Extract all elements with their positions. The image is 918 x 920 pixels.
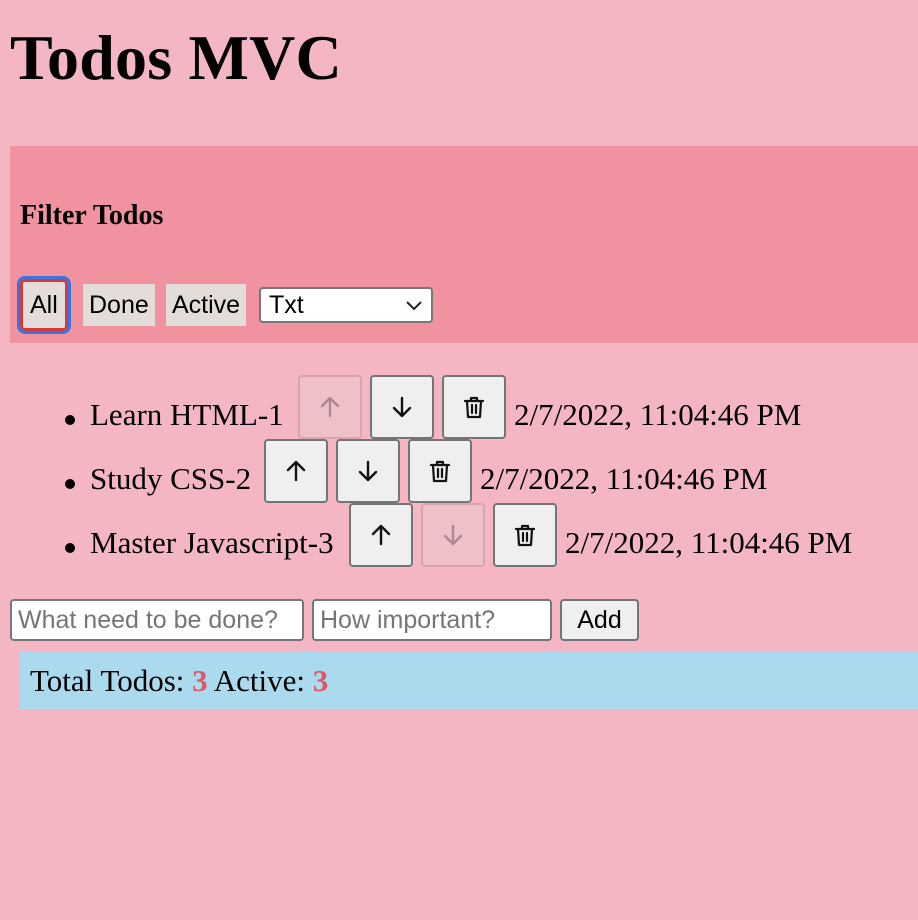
filter-title: Filter Todos xyxy=(20,200,164,231)
move-up-button[interactable] xyxy=(349,503,413,567)
move-down-button[interactable] xyxy=(421,503,485,567)
filter-panel: Filter Todos All Done Active Txt xyxy=(10,146,918,343)
arrow-up-icon xyxy=(320,396,340,418)
active-todos-count: 3 xyxy=(312,662,329,698)
move-up-button[interactable] xyxy=(298,375,362,439)
arrow-down-icon xyxy=(358,460,378,482)
todo-text-input[interactable] xyxy=(10,599,304,641)
move-up-button[interactable] xyxy=(264,439,328,503)
arrow-down-icon xyxy=(392,396,412,418)
delete-button[interactable] xyxy=(493,503,557,567)
filter-all-button[interactable]: All xyxy=(17,276,71,334)
todo-text: Master Javascript-3 xyxy=(90,525,334,560)
todo-text: Study CSS-2 xyxy=(90,461,252,496)
bullet xyxy=(65,543,75,553)
trash-icon xyxy=(514,524,536,547)
move-down-button[interactable] xyxy=(336,439,400,503)
total-todos-label: Total Todos: xyxy=(30,662,193,698)
arrow-up-icon xyxy=(371,524,391,546)
trash-icon xyxy=(429,460,451,483)
active-todos-label: Active: xyxy=(207,662,313,698)
filter-done-button[interactable]: Done xyxy=(83,284,155,326)
delete-button[interactable] xyxy=(442,375,506,439)
todo-text: Learn HTML-1 xyxy=(90,397,284,432)
page-title: Todos MVC xyxy=(10,22,342,93)
bullet xyxy=(65,479,75,489)
arrow-up-icon xyxy=(286,460,306,482)
sort-select[interactable]: Txt xyxy=(259,287,433,323)
todo-date: 2/7/2022, 11:04:46 PM xyxy=(514,397,802,432)
importance-input[interactable] xyxy=(312,599,552,641)
todo-date: 2/7/2022, 11:04:46 PM xyxy=(480,461,768,496)
total-todos-count: 3 xyxy=(192,662,208,698)
chevron-down-icon xyxy=(406,301,422,311)
filter-active-button[interactable]: Active xyxy=(166,284,247,326)
sort-select-value: Txt xyxy=(269,290,304,319)
move-down-button[interactable] xyxy=(370,375,434,439)
stats-bar: Total Todos: 3 Active: 3 xyxy=(20,652,918,709)
bullet xyxy=(65,415,75,425)
delete-button[interactable] xyxy=(408,439,472,503)
todo-date: 2/7/2022, 11:04:46 PM xyxy=(565,525,853,560)
arrow-down-icon xyxy=(443,524,463,546)
add-button[interactable]: Add xyxy=(560,599,639,641)
trash-icon xyxy=(463,396,485,419)
